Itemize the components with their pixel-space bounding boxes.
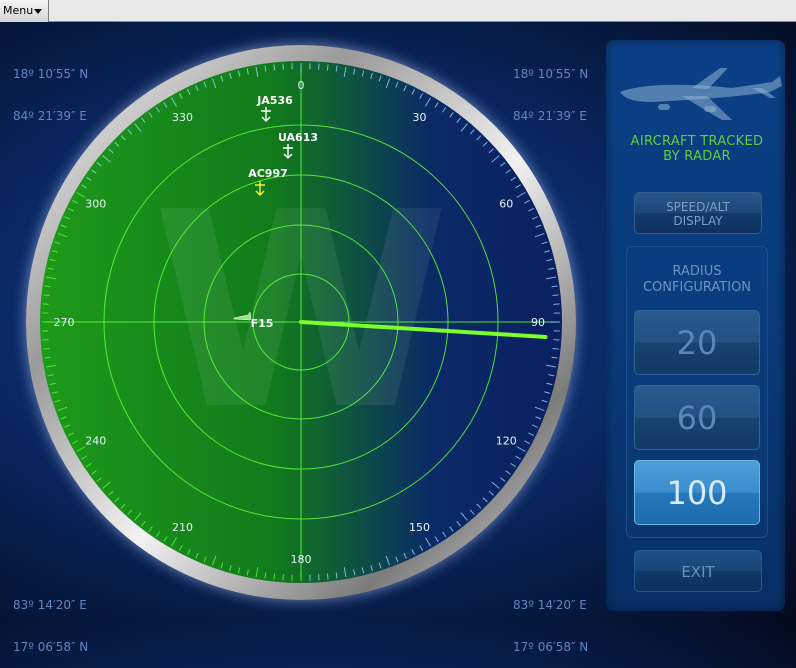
airplane-icon	[612, 58, 784, 128]
panel-title-line: BY RADAR	[612, 149, 782, 164]
display-label: DISPLAY	[635, 214, 761, 228]
bearing-tick	[553, 295, 559, 296]
radius-20-button[interactable]: 20	[634, 310, 760, 375]
panel-title-line: AIRCRAFT TRACKED	[612, 134, 782, 149]
exit-button[interactable]: EXIT	[634, 550, 762, 592]
bearing-label: 330	[172, 111, 193, 124]
bearing-tick	[327, 64, 328, 70]
speed-alt-label: SPEED/ALT	[635, 200, 761, 214]
bearing-label: 270	[54, 316, 75, 329]
bearing-label: 210	[172, 521, 193, 534]
aircraft-callsign: AC997	[248, 167, 288, 180]
bearing-label: 90	[531, 316, 545, 329]
radius-60-button[interactable]: 60	[634, 385, 760, 450]
bearing-label: 120	[496, 435, 517, 448]
radius-label-line: CONFIGURATION	[626, 280, 768, 296]
coord-line: 17º 06′58″ N	[13, 640, 88, 654]
bearing-label: 150	[409, 521, 430, 534]
bearing-tick	[553, 348, 559, 349]
bearing-tick	[274, 574, 275, 580]
radius-100-button[interactable]: 100	[634, 460, 760, 525]
bearing-tick	[43, 348, 49, 349]
panel-title: AIRCRAFT TRACKED BY RADAR	[612, 134, 782, 164]
bearing-label: 0	[298, 79, 305, 92]
bearing-tick	[43, 295, 49, 296]
bearing-label: 180	[291, 553, 312, 566]
bearing-tick	[327, 574, 328, 580]
radius-label-line: RADIUS	[626, 264, 768, 280]
bearing-label: 300	[85, 198, 106, 211]
speed-alt-display-button[interactable]: SPEED/ALT DISPLAY	[634, 192, 762, 234]
radius-configuration-label: RADIUS CONFIGURATION	[626, 264, 768, 296]
aircraft-callsign: F15	[251, 317, 274, 330]
aircraft-callsign: UA613	[278, 131, 318, 144]
aircraft-callsign: JA536	[256, 94, 293, 107]
bearing-label: 30	[413, 111, 427, 124]
bearing-tick	[274, 64, 275, 70]
coord-line: 17º 06′58″ N	[513, 640, 588, 654]
bearing-label: 240	[85, 435, 106, 448]
bearing-label: 60	[499, 198, 513, 211]
